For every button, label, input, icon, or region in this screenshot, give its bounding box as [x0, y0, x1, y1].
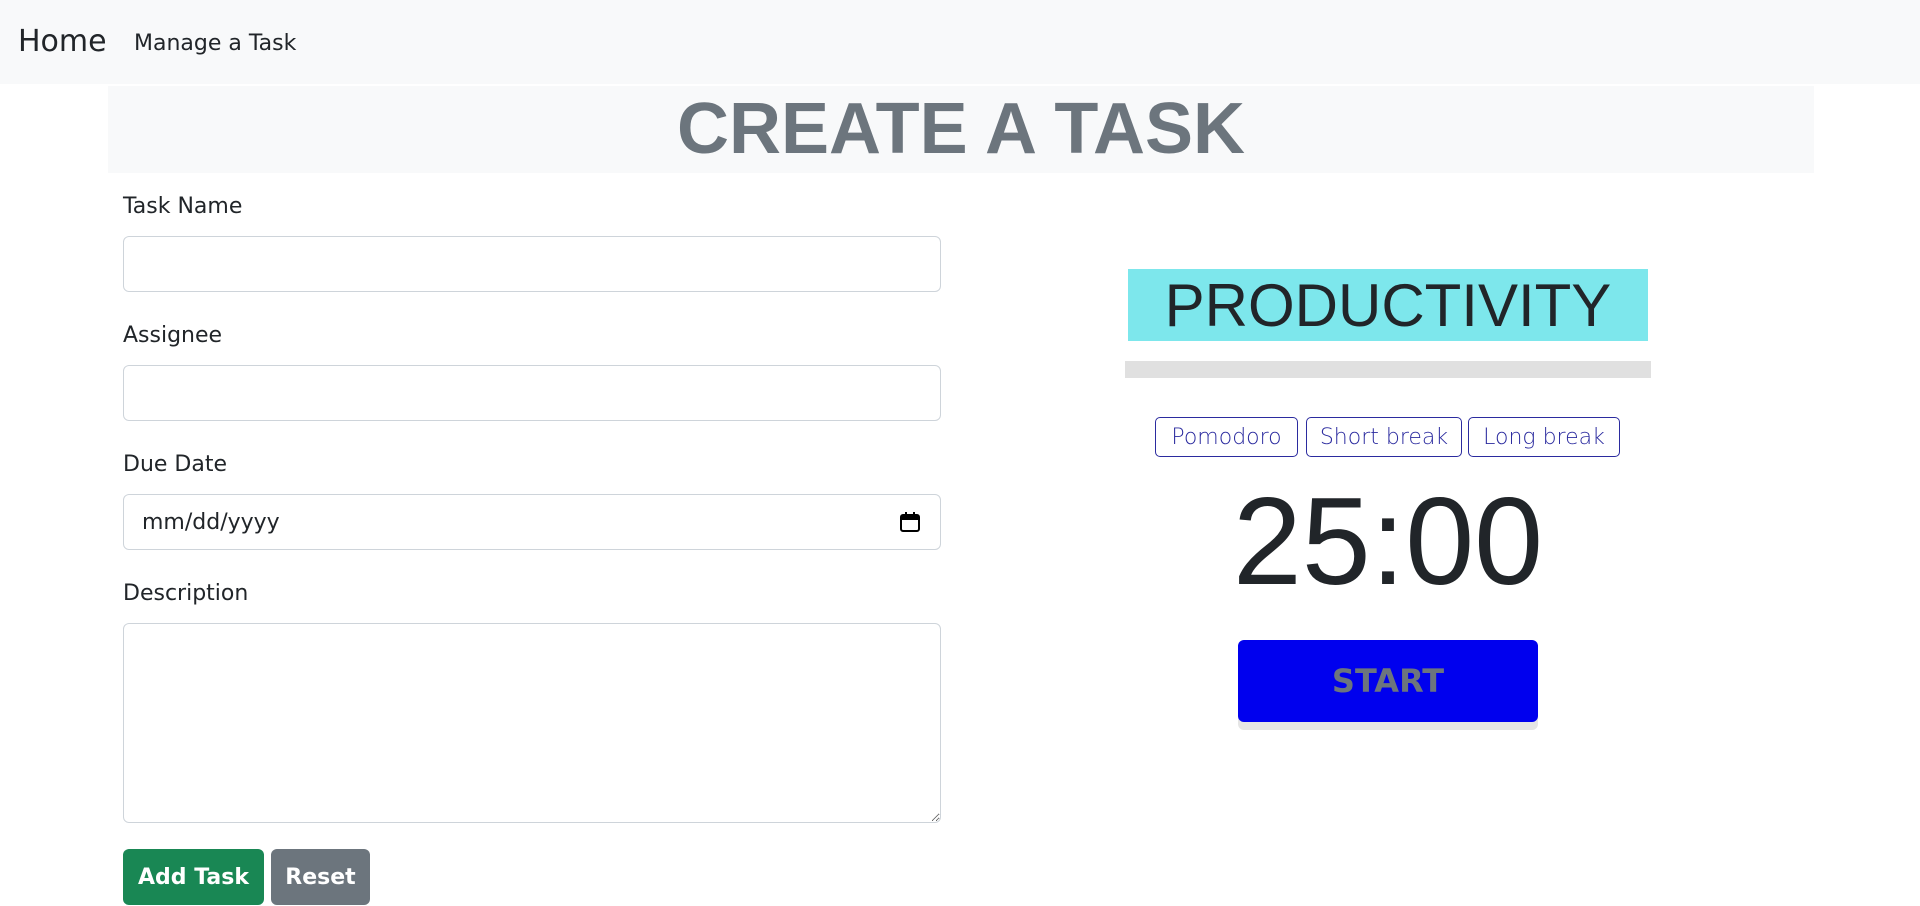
top-navbar: Home Manage a Task — [0, 0, 1920, 84]
nav-home-link[interactable]: Home — [18, 24, 107, 59]
task-name-label: Task Name — [123, 194, 243, 219]
due-date-placeholder: mm/dd/yyyy — [142, 509, 280, 535]
description-label: Description — [123, 581, 249, 606]
page-title: CREATE A TASK — [677, 89, 1245, 169]
due-date-input[interactable]: mm/dd/yyyy — [123, 494, 941, 550]
task-name-input[interactable] — [123, 236, 941, 292]
productivity-banner: PRODUCTIVITY — [1128, 269, 1648, 341]
nav-manage-task-link[interactable]: Manage a Task — [134, 31, 296, 56]
description-textarea[interactable] — [123, 623, 941, 823]
pomodoro-button[interactable]: Pomodoro — [1155, 417, 1298, 457]
short-break-button[interactable]: Short break — [1306, 417, 1462, 457]
start-button[interactable]: START — [1238, 640, 1538, 722]
reset-button[interactable]: Reset — [271, 849, 370, 905]
due-date-label: Due Date — [123, 452, 227, 477]
timer-progress-bar — [1125, 361, 1651, 378]
assignee-label: Assignee — [123, 323, 223, 348]
assignee-input[interactable] — [123, 365, 941, 421]
page-title-bar: CREATE A TASK — [108, 86, 1814, 173]
long-break-button[interactable]: Long break — [1468, 417, 1620, 457]
calendar-icon[interactable] — [898, 510, 922, 534]
add-task-button[interactable]: Add Task — [123, 849, 264, 905]
timer-display: 25:00 — [1232, 473, 1544, 611]
